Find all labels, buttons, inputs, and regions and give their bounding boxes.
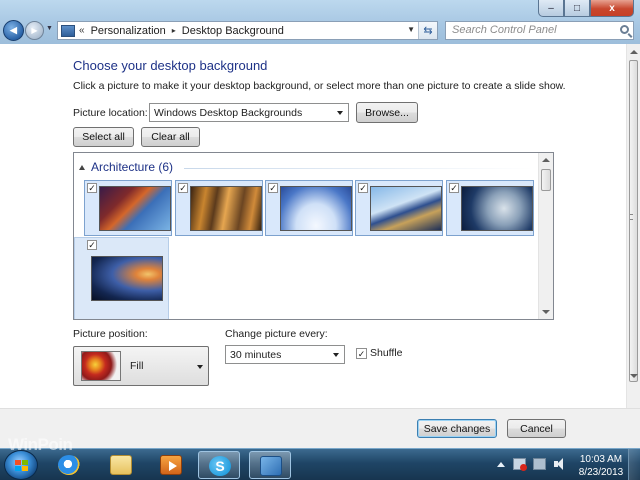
chevron-down-icon bbox=[337, 110, 343, 115]
picture-position-value: Fill bbox=[130, 360, 144, 372]
wallpaper-thumbnail bbox=[461, 186, 533, 231]
chevron-down-icon bbox=[333, 352, 339, 357]
show-desktop-button[interactable] bbox=[628, 449, 640, 480]
wallpaper-tile[interactable]: ✓ bbox=[74, 237, 169, 319]
address-dropdown-icon[interactable]: ▼ bbox=[407, 25, 415, 34]
picture-location-value: Windows Desktop Backgrounds bbox=[154, 106, 303, 119]
picture-location-label: Picture location: bbox=[73, 107, 148, 119]
forward-button[interactable]: ▶ bbox=[25, 21, 44, 40]
wallpaper-thumbnail bbox=[370, 186, 442, 231]
back-arrow-icon: ◀ bbox=[10, 25, 17, 35]
forward-arrow-icon: ▶ bbox=[31, 26, 38, 35]
breadcrumb-personalization[interactable]: Personalization bbox=[91, 25, 166, 37]
search-input[interactable]: Search Control Panel bbox=[445, 21, 634, 40]
wallpaper-thumbnail bbox=[280, 186, 352, 231]
tile-checkbox[interactable]: ✓ bbox=[358, 183, 368, 193]
tile-checkbox[interactable]: ✓ bbox=[178, 183, 188, 193]
window-titlebar: – □ x ◀ ▶ ▼ « Personalization ▸ Desktop … bbox=[0, 0, 640, 44]
dialog-footer: Save changes Cancel bbox=[0, 408, 640, 448]
wallpaper-tile[interactable]: ✓ bbox=[355, 180, 443, 236]
group-header[interactable]: Architecture (6) bbox=[79, 160, 173, 174]
wallpaper-tile[interactable]: ✓ bbox=[84, 180, 172, 236]
windows-logo-icon bbox=[15, 460, 29, 472]
control-panel-icon bbox=[260, 456, 282, 476]
chevron-down-icon bbox=[197, 365, 203, 369]
internet-explorer-icon bbox=[58, 455, 80, 475]
show-hidden-icons-icon[interactable] bbox=[497, 462, 505, 467]
shuffle-checkbox[interactable]: ✓ bbox=[356, 348, 367, 359]
taskbar-internet-explorer[interactable] bbox=[48, 451, 90, 479]
clock-date: 8/23/2013 bbox=[578, 467, 624, 478]
skype-icon: S bbox=[209, 456, 231, 476]
taskbar-skype[interactable]: S bbox=[198, 451, 240, 479]
change-interval-label: Change picture every: bbox=[225, 328, 328, 340]
change-interval-select[interactable]: 30 minutes bbox=[225, 345, 345, 364]
save-changes-button[interactable]: Save changes bbox=[417, 419, 497, 438]
address-bar[interactable]: « Personalization ▸ Desktop Background ▼… bbox=[57, 21, 438, 40]
tile-checkbox[interactable]: ✓ bbox=[87, 183, 97, 193]
tile-checkbox[interactable]: ✓ bbox=[268, 183, 278, 193]
action-center-icon[interactable] bbox=[513, 458, 527, 471]
tile-checkbox[interactable]: ✓ bbox=[449, 183, 459, 193]
scroll-down-icon[interactable] bbox=[630, 374, 638, 378]
close-button[interactable]: x bbox=[590, 0, 634, 17]
window-controls: – □ x bbox=[538, 0, 634, 17]
picture-gallery[interactable]: Architecture (6) ✓ ✓ ✓ ✓ ✓ ✓ bbox=[73, 152, 554, 320]
collapse-triangle-icon[interactable] bbox=[79, 164, 85, 170]
browse-button[interactable]: Browse... bbox=[356, 102, 418, 123]
clock-time: 10:03 AM bbox=[579, 454, 623, 465]
select-all-button[interactable]: Select all bbox=[73, 127, 134, 147]
clear-all-button[interactable]: Clear all bbox=[141, 127, 200, 147]
media-player-icon bbox=[160, 455, 182, 475]
minimize-button[interactable]: – bbox=[538, 0, 564, 17]
scroll-thumb[interactable] bbox=[541, 169, 551, 191]
shuffle-label[interactable]: Shuffle bbox=[370, 347, 403, 359]
taskbar: S 10:03 AM 8/23/2013 bbox=[0, 448, 640, 480]
cancel-button[interactable]: Cancel bbox=[507, 419, 566, 438]
scroll-thumb[interactable] bbox=[629, 60, 638, 382]
page-scrollbar[interactable] bbox=[626, 44, 640, 408]
search-icon[interactable] bbox=[620, 25, 629, 34]
page-title: Choose your desktop background bbox=[73, 58, 268, 73]
group-title: Architecture (6) bbox=[91, 160, 174, 174]
scroll-up-icon[interactable] bbox=[542, 158, 550, 162]
main-content: Choose your desktop background Click a p… bbox=[0, 44, 626, 408]
tile-checkbox[interactable]: ✓ bbox=[87, 240, 97, 250]
wallpaper-thumbnail bbox=[190, 186, 262, 231]
breadcrumb-overflow[interactable]: « bbox=[79, 25, 85, 36]
wallpaper-thumbnail bbox=[99, 186, 171, 231]
change-interval-value: 30 minutes bbox=[230, 348, 282, 361]
position-preview-thumbnail bbox=[81, 351, 121, 381]
control-panel-icon bbox=[61, 24, 75, 37]
system-clock[interactable]: 10:03 AM 8/23/2013 bbox=[576, 453, 626, 479]
refresh-button[interactable]: ⇆ bbox=[418, 22, 437, 39]
scroll-down-icon[interactable] bbox=[542, 310, 550, 314]
watermark-logo: WinPoin bbox=[8, 435, 73, 454]
wallpaper-tile[interactable]: ✓ bbox=[446, 180, 534, 236]
taskbar-windows-explorer[interactable] bbox=[100, 451, 142, 479]
recent-pages-dropdown[interactable]: ▼ bbox=[46, 25, 53, 32]
picture-location-select[interactable]: Windows Desktop Backgrounds bbox=[149, 103, 349, 122]
scroll-grip-icon bbox=[630, 214, 633, 220]
group-divider bbox=[184, 168, 534, 169]
volume-icon[interactable] bbox=[553, 458, 566, 470]
search-placeholder: Search Control Panel bbox=[452, 24, 557, 36]
breadcrumb-desktop-background[interactable]: Desktop Background bbox=[182, 25, 284, 37]
taskbar-media-player[interactable] bbox=[150, 451, 192, 479]
picture-position-select[interactable]: Fill bbox=[73, 346, 209, 386]
wallpaper-thumbnail bbox=[91, 256, 163, 301]
back-button[interactable]: ◀ bbox=[3, 20, 24, 41]
scroll-up-icon[interactable] bbox=[630, 50, 638, 54]
page-instructions: Click a picture to make it your desktop … bbox=[73, 80, 566, 92]
refresh-icon: ⇆ bbox=[423, 25, 433, 37]
picture-position-label: Picture position: bbox=[73, 328, 148, 340]
breadcrumb-separator-icon[interactable]: ▸ bbox=[172, 26, 176, 35]
taskbar-control-panel[interactable] bbox=[249, 451, 291, 479]
wallpaper-tile[interactable]: ✓ bbox=[175, 180, 263, 236]
wallpaper-tile[interactable]: ✓ bbox=[265, 180, 353, 236]
folder-icon bbox=[110, 455, 132, 475]
gallery-scrollbar[interactable] bbox=[538, 153, 553, 319]
network-icon[interactable] bbox=[533, 458, 546, 470]
maximize-button[interactable]: □ bbox=[564, 0, 590, 17]
